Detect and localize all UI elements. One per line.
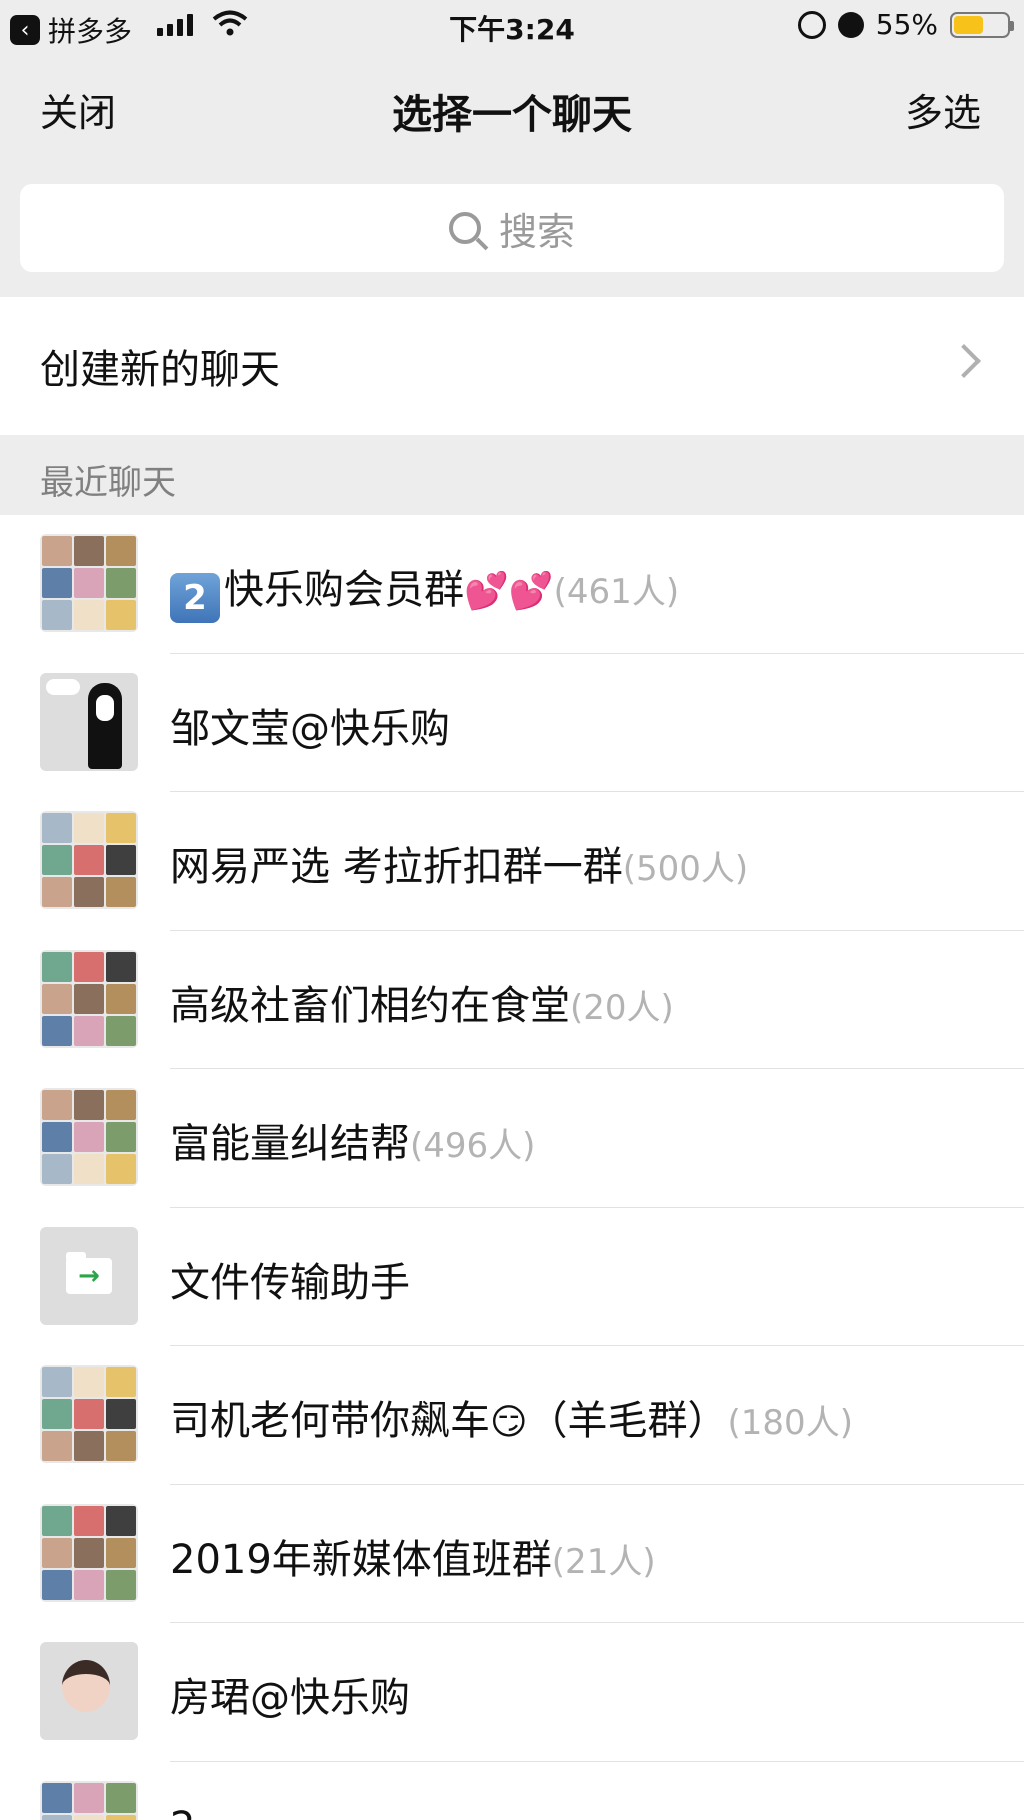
chevron-right-icon (947, 344, 981, 378)
chat-name: 房珺@快乐购 (170, 1665, 410, 1723)
avatar (40, 534, 138, 632)
create-new-chat-label: 创建新的聊天 (40, 347, 280, 393)
avatar (40, 811, 138, 909)
chat-title: 邹文莹@快乐购 (170, 705, 450, 752)
search-placeholder: 搜索 (498, 209, 575, 254)
chat-name: 邹文莹@快乐购 (170, 696, 450, 754)
emoji: 😏 (490, 1402, 528, 1443)
chat-list: 2 快乐购会员群💕💕(461人) 邹文莹@快乐购 网易严选 考拉折扣群一群(500人)… (0, 515, 1024, 1820)
battery-percent: 55% (875, 8, 938, 41)
chat-title: 高级社畜们相约在食堂 (170, 982, 570, 1029)
chat-name: 文件传输助手 (170, 1250, 410, 1308)
member-count: (20人) (570, 987, 674, 1028)
member-count: (496人) (410, 1126, 536, 1166)
chat-row[interactable]: 网易严选 考拉折扣群一群(500人) (0, 792, 1024, 931)
member-count: (21人) (551, 1541, 656, 1582)
avatar (40, 1365, 138, 1463)
section-label: 最近聊天 (40, 463, 176, 503)
chat-title: 房珺@快乐购 (170, 1675, 410, 1721)
avatar: → (40, 1226, 138, 1325)
rotation-lock-icon (797, 10, 826, 39)
avatar (40, 949, 138, 1048)
chat-row[interactable]: 2019年新媒体值班群(21人) (0, 1485, 1024, 1623)
status-bar: ‹ 拼多多 下午3:24 55% (0, 0, 1024, 50)
chat-row[interactable]: 富能量纠结帮(496人) (0, 1069, 1024, 1208)
search-input[interactable]: 搜索 (20, 184, 1004, 272)
chat-name: 2 (170, 1804, 195, 1820)
avatar (40, 1503, 138, 1602)
avatar (40, 1642, 138, 1740)
page-title: 选择一个聊天 (392, 92, 632, 138)
chat-title: 富能量纠结帮 (170, 1121, 410, 1167)
avatar (40, 672, 138, 771)
nav-bar: 关闭 选择一个聊天 多选 (0, 60, 1024, 150)
chat-row[interactable]: 邹文莹@快乐购 (0, 654, 1024, 792)
search-icon (448, 212, 481, 244)
chat-name: 司机老何带你飙车😏（羊毛群）(180人) (170, 1388, 853, 1446)
chat-title: 网易严选 考拉折扣群一群 (170, 844, 623, 890)
section-header-recent: 最近聊天 (0, 435, 1024, 515)
chat-name: 网易严选 考拉折扣群一群(500人) (170, 834, 748, 892)
battery-icon (950, 11, 1014, 38)
chat-title-suffix: （羊毛群） (527, 1398, 728, 1444)
chat-title: 2019年新媒体值班群 (170, 1536, 552, 1583)
chat-title: 快乐购会员群 (224, 567, 464, 613)
number-badge: 2 (170, 573, 220, 623)
multi-select-button[interactable]: 多选 (905, 82, 981, 137)
chat-row[interactable]: → 文件传输助手 (0, 1208, 1024, 1346)
avatar (40, 1780, 138, 1820)
alarm-icon (837, 11, 864, 38)
member-count: (500人) (622, 849, 749, 889)
chat-row[interactable]: 2 (0, 1762, 1024, 1820)
chat-title: 司机老何带你飙车 (170, 1398, 490, 1444)
chat-row[interactable]: 房珺@快乐购 (0, 1623, 1024, 1762)
chat-name: 2019年新媒体值班群(21人) (170, 1527, 656, 1585)
member-count: (180人) (727, 1403, 853, 1443)
create-new-chat-button[interactable]: 创建新的聊天 (0, 297, 1024, 435)
chat-row[interactable]: 高级社畜们相约在食堂(20人) (0, 931, 1024, 1069)
chat-name: 2 快乐购会员群💕💕(461人) (170, 557, 679, 623)
chat-name: 富能量纠结帮(496人) (170, 1111, 535, 1169)
file-transfer-icon: → (66, 1251, 112, 1294)
member-count: (461人) (553, 572, 680, 612)
chat-title: 2 (170, 1804, 195, 1820)
chat-title: 文件传输助手 (170, 1259, 410, 1306)
emoji: 💕💕 (464, 571, 554, 612)
avatar (40, 1088, 138, 1186)
chat-row[interactable]: 司机老何带你飙车😏（羊毛群）(180人) (0, 1346, 1024, 1485)
chat-row[interactable]: 2 快乐购会员群💕💕(461人) (0, 515, 1024, 654)
chat-name: 高级社畜们相约在食堂(20人) (170, 973, 674, 1031)
